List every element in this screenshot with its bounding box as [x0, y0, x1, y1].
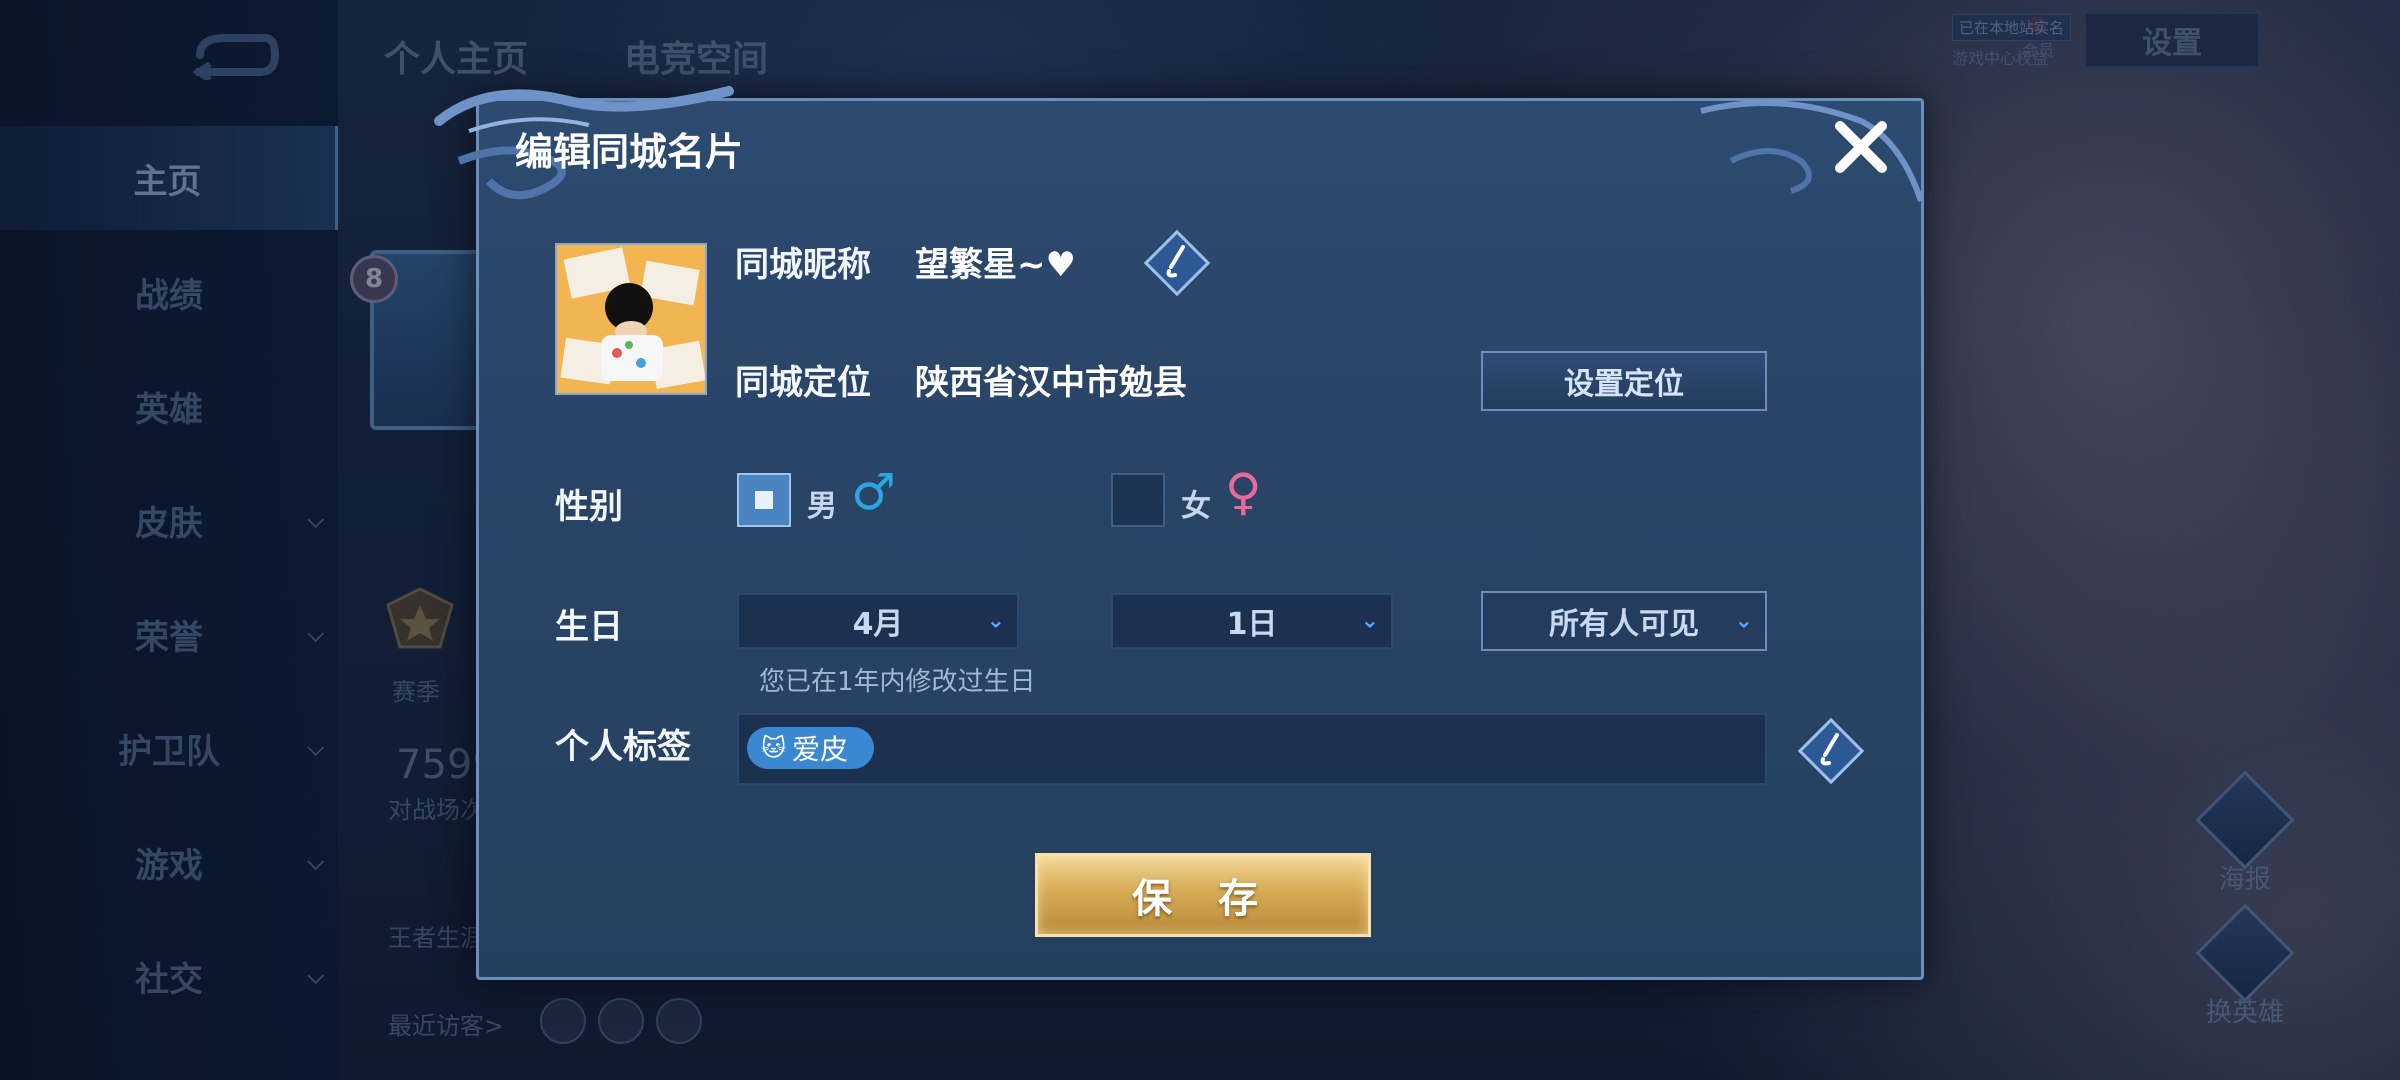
- female-symbol-icon: ♀: [1225, 463, 1262, 521]
- avatar-image: [557, 245, 705, 393]
- birthday-month-select[interactable]: 4月 ⌄: [737, 593, 1019, 649]
- chevron-down-icon: ⌄: [1734, 608, 1753, 634]
- close-icon: [1835, 121, 1887, 173]
- edit-city-card-dialog: 编辑同城名片 同城昵称 望繁星~♥ 同城定位 陕西省汉中市勉县 设置定位 性别 …: [434, 86, 1924, 980]
- day-value: 1日: [1226, 607, 1278, 642]
- edit-nickname-icon[interactable]: [1143, 229, 1211, 297]
- close-button[interactable]: [1829, 115, 1893, 179]
- gender-male-checkbox[interactable]: [737, 473, 791, 527]
- gender-female-label[interactable]: 女: [1181, 481, 1211, 525]
- checkbox-mark: [755, 491, 773, 509]
- save-button[interactable]: 保 存: [1035, 853, 1371, 937]
- birthday-label: 生日: [555, 607, 623, 647]
- edit-tags-icon[interactable]: [1797, 717, 1865, 785]
- location-value: 陕西省汉中市勉县: [915, 363, 1187, 403]
- chevron-down-icon: ⌄: [986, 608, 1005, 634]
- tag-area[interactable]: 🐱 爱皮: [737, 713, 1767, 785]
- gender-male-label[interactable]: 男: [807, 481, 837, 525]
- month-value: 4月: [852, 607, 904, 642]
- chevron-down-icon: ⌄: [1360, 608, 1379, 634]
- birthday-day-select[interactable]: 1日 ⌄: [1111, 593, 1393, 649]
- set-location-label: 设置定位: [1564, 367, 1684, 402]
- male-symbol-icon: ♂: [851, 463, 896, 521]
- nickname-value: 望繁星~♥: [915, 245, 1076, 285]
- dialog-title: 编辑同城名片: [515, 130, 744, 174]
- tag-chip-label: 爱皮: [792, 733, 849, 766]
- save-label: 保 存: [1132, 876, 1274, 922]
- gender-female-checkbox[interactable]: [1111, 473, 1165, 527]
- avatar[interactable]: [555, 243, 707, 395]
- gender-label: 性别: [555, 487, 623, 527]
- location-label: 同城定位: [735, 363, 871, 403]
- birthday-visibility-select[interactable]: 所有人可见 ⌄: [1481, 591, 1767, 651]
- visibility-value: 所有人可见: [1549, 607, 1699, 642]
- set-location-button[interactable]: 设置定位: [1481, 351, 1767, 411]
- cat-icon: 🐱: [761, 734, 787, 762]
- nickname-label: 同城昵称: [735, 245, 871, 285]
- tag-chip[interactable]: 🐱 爱皮: [747, 727, 875, 769]
- birthday-hint: 您已在1年内修改过生日: [759, 667, 1036, 697]
- tags-label: 个人标签: [555, 727, 691, 767]
- dialog-cloud-ornament: [1700, 100, 1924, 202]
